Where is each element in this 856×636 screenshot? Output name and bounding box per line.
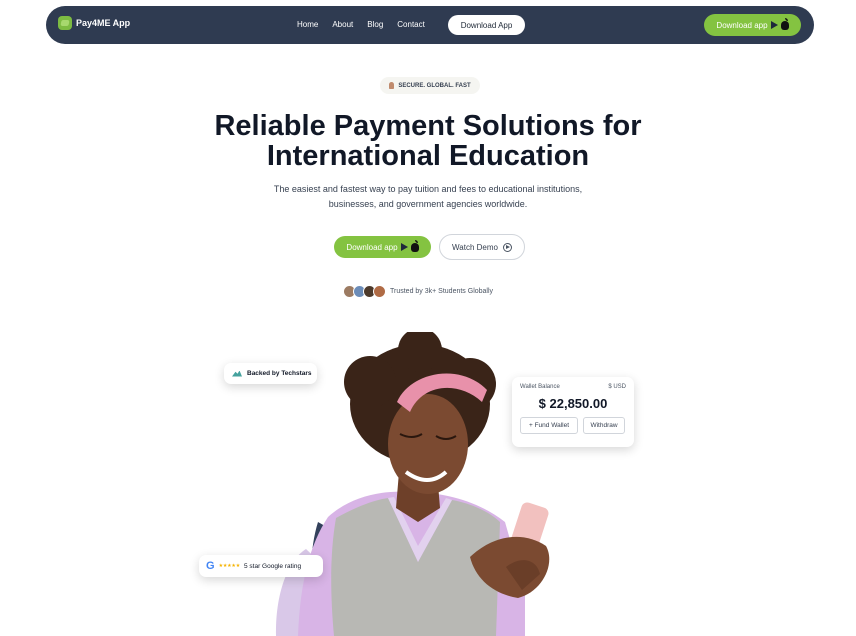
avatar (373, 285, 386, 298)
nav-download-label: Download App (460, 20, 513, 30)
hero-badge-text: SECURE. GLOBAL. FAST (398, 82, 471, 89)
hero-badge: SECURE. GLOBAL. FAST (380, 77, 480, 94)
wallet-card: Wallet Balance $ USD $ 22,850.00 + Fund … (512, 377, 634, 447)
techstars-logo-icon (232, 370, 242, 377)
rating-stars: ★★★★★ (218, 563, 241, 569)
google-play-icon (770, 21, 778, 29)
brand-name: Pay4ME App (76, 18, 131, 28)
techstars-text: Backed by Techstars (247, 370, 312, 377)
google-rating-card: G ★★★★★ 5 star Google rating (199, 555, 323, 577)
watch-demo-button[interactable]: Watch Demo (439, 234, 525, 260)
trust-text: Trusted by 3k+ Students Globally (390, 288, 494, 295)
wallet-header: Wallet Balance $ USD (520, 384, 626, 390)
nav-links: Home About Blog Contact (297, 20, 425, 29)
hero-title: Reliable Payment Solutions for Internati… (0, 111, 856, 171)
nav-cta-label: Download app (716, 20, 768, 30)
withdraw-button[interactable]: Withdraw (583, 417, 625, 434)
play-circle-icon (502, 242, 512, 252)
hero-subtitle-line-1: The easiest and fastest way to pay tuiti… (273, 184, 583, 194)
hero-title-line-2: International Education (266, 140, 590, 172)
wallet-currency: $ USD (608, 384, 626, 390)
watch-demo-label: Watch Demo (452, 242, 498, 252)
hero-subtitle-line-2: businesses, and government agencies worl… (328, 199, 528, 209)
google-rating-text: 5 star Google rating (243, 562, 302, 570)
hero-subtitle: The easiest and fastest way to pay tuiti… (248, 182, 608, 212)
nav-link-blog[interactable]: Blog (367, 20, 383, 29)
top-nav: Pay4ME App Home About Blog Contact Downl… (46, 6, 814, 44)
trust-row: Trusted by 3k+ Students Globally (343, 285, 493, 298)
wallet-balance: $ 22,850.00 (538, 396, 608, 411)
hero-title-line-1: Reliable Payment Solutions for (214, 110, 642, 142)
badge-person-icon (389, 82, 395, 89)
nav-download-app-button[interactable]: Download App (448, 15, 525, 35)
hero-download-button[interactable]: Download app (334, 236, 431, 258)
nav-link-home[interactable]: Home (297, 20, 318, 29)
nav-link-contact[interactable]: Contact (397, 20, 425, 29)
pay4me-logo-icon (58, 16, 72, 30)
nav-download-cta-button[interactable]: Download app (704, 14, 801, 36)
hero-download-label: Download app (346, 242, 398, 252)
apple-icon (780, 17, 789, 30)
student-avatars (343, 285, 386, 298)
nav-link-about[interactable]: About (332, 20, 353, 29)
brand-logo[interactable]: Pay4ME App (58, 16, 130, 30)
techstars-card: Backed by Techstars (224, 363, 317, 384)
wallet-label: Wallet Balance (520, 384, 560, 390)
fund-wallet-button[interactable]: + Fund Wallet (520, 417, 578, 434)
apple-icon (410, 239, 419, 252)
wallet-actions: + Fund Wallet Withdraw (520, 417, 626, 434)
google-icon: G (206, 560, 215, 572)
google-play-icon (400, 243, 408, 251)
